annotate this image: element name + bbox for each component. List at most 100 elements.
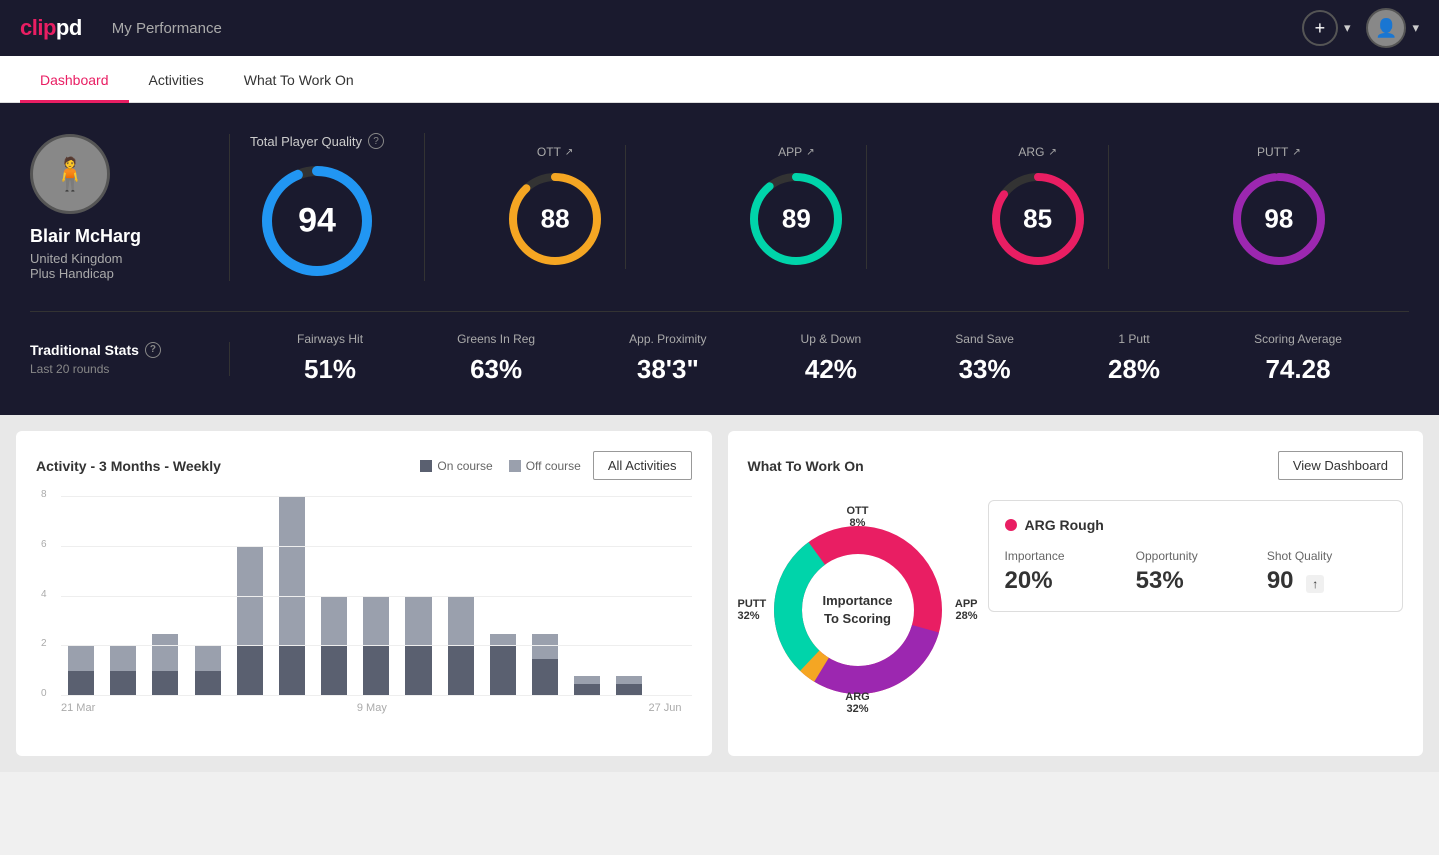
stat-fairways-hit: Fairways Hit 51% [297,332,363,385]
bar-off-course [532,634,558,659]
view-dashboard-button[interactable]: View Dashboard [1278,451,1403,480]
add-icon[interactable]: + [1302,10,1338,46]
bar-off-course [490,634,516,647]
activity-panel-title: Activity - 3 Months - Weekly [36,458,420,474]
bottom-panels: Activity - 3 Months - Weekly On course O… [0,415,1439,772]
tab-dashboard[interactable]: Dashboard [20,56,129,103]
metric-arg: ARG ↗ 85 [968,145,1109,269]
add-button[interactable]: + ▾ [1302,10,1351,46]
bar-off-course [152,634,178,672]
stat-up-down: Up & Down 42% [801,332,862,385]
metric-ott-value: 88 [541,204,570,235]
metrics-grid: OTT ↗ 88 APP ↗ [425,145,1409,269]
bar-off-course [110,646,136,671]
bar-on-course [237,646,263,696]
header-title: My Performance [112,20,222,37]
bar-group [103,496,143,696]
bar-group [567,496,607,696]
metric-arg-label: ARG ↗ [1018,145,1056,159]
tab-activities[interactable]: Activities [129,56,224,103]
bar-off-course [574,676,600,684]
detail-metrics: Importance 20% Opportunity 53% Shot Qual… [1005,549,1387,595]
detail-metric-shot-quality: Shot Quality 90 ↑ [1267,549,1386,595]
metric-ott-circle: 88 [505,169,605,269]
all-activities-button[interactable]: All Activities [593,451,692,480]
metric-putt-circle: 98 [1229,169,1329,269]
add-chevron: ▾ [1344,20,1351,36]
avatar: 🧍 [30,134,110,214]
user-chevron: ▾ [1412,20,1419,36]
traditional-stats: Traditional Stats ? Last 20 rounds Fairw… [30,311,1409,385]
metric-putt: PUTT ↗ 98 [1209,145,1349,269]
bar-on-course [363,646,389,696]
logo: clippd [20,15,82,41]
bar-off-course [321,596,347,646]
total-quality-circle: 94 [257,161,377,281]
bar-group [61,496,101,696]
header: clippd My Performance + ▾ 👤 ▾ [0,0,1439,56]
work-on-title: What To Work On [748,458,1278,474]
chart-x-labels: 21 Mar 9 May 27 Jun [36,696,692,714]
bar-on-course [68,671,94,696]
detail-metric-opportunity: Opportunity 53% [1136,549,1255,595]
player-handicap: Plus Handicap [30,266,114,281]
logo-text: clippd [20,15,82,41]
bar-group [398,496,438,696]
bar-off-course [68,646,94,671]
user-avatar[interactable]: 👤 [1366,8,1406,48]
bar-off-course [237,546,263,646]
stat-scoring-average: Scoring Average 74.28 [1254,332,1342,385]
legend-off-course: Off course [509,459,581,473]
detail-card: ARG Rough Importance 20% Opportunity 53%… [988,500,1404,612]
donut-label-arg: ARG32% [845,691,869,715]
work-on-panel: What To Work On View Dashboard Imp [728,431,1424,756]
bar-on-course [405,646,431,696]
detail-card-dot [1005,519,1017,531]
metric-arg-circle: 85 [988,169,1088,269]
bar-group [230,496,270,696]
trad-stats-grid: Fairways Hit 51% Greens In Reg 63% App. … [230,332,1409,385]
bar-group [145,496,185,696]
tab-what-to-work-on[interactable]: What To Work On [224,56,374,103]
user-menu[interactable]: 👤 ▾ [1366,8,1419,48]
donut-label-ott: OTT8% [847,505,869,529]
total-quality-help-icon[interactable]: ? [368,133,384,149]
bar-off-course [405,596,431,646]
bar-group [651,496,691,696]
stat-app-proximity: App. Proximity 38'3" [629,332,706,385]
metric-arg-value: 85 [1023,204,1052,235]
metric-app-value: 89 [782,204,811,235]
metric-app-label: APP ↗ [778,145,814,159]
detail-card-title: ARG Rough [1005,517,1387,533]
total-quality-value: 94 [298,202,336,241]
activity-legend: On course Off course [420,459,581,473]
bar-off-course [616,676,642,684]
metric-putt-value: 98 [1264,204,1293,235]
total-quality: Total Player Quality ? 94 [230,133,425,281]
bar-on-course [532,659,558,697]
bar-on-course [110,671,136,696]
detail-metric-importance: Importance 20% [1005,549,1124,595]
metric-app-circle: 89 [746,169,846,269]
stat-sand-save: Sand Save 33% [955,332,1014,385]
bar-on-course [279,646,305,696]
bar-group [272,496,312,696]
bar-group [188,496,228,696]
bar-on-course [574,684,600,697]
bar-group [441,496,481,696]
bar-group [525,496,565,696]
chart-area: 8 6 4 2 0 21 Mar 9 May 27 Jun [36,496,692,736]
bar-on-course [195,671,221,696]
header-actions: + ▾ 👤 ▾ [1302,8,1419,48]
player-name: Blair McHarg [30,226,141,247]
nav-tabs: Dashboard Activities What To Work On [0,56,1439,103]
activity-panel-header: Activity - 3 Months - Weekly On course O… [36,451,692,480]
bar-on-course [490,646,516,696]
trad-stats-label: Traditional Stats ? Last 20 rounds [30,342,230,376]
bar-group [483,496,523,696]
bar-off-course [448,596,474,646]
work-on-donut: ImportanceTo Scoring OTT8% APP28% ARG32%… [748,500,968,720]
trad-stats-help-icon[interactable]: ? [145,342,161,358]
player-info: 🧍 Blair McHarg United Kingdom Plus Handi… [30,134,230,281]
bar-on-course [321,646,347,696]
